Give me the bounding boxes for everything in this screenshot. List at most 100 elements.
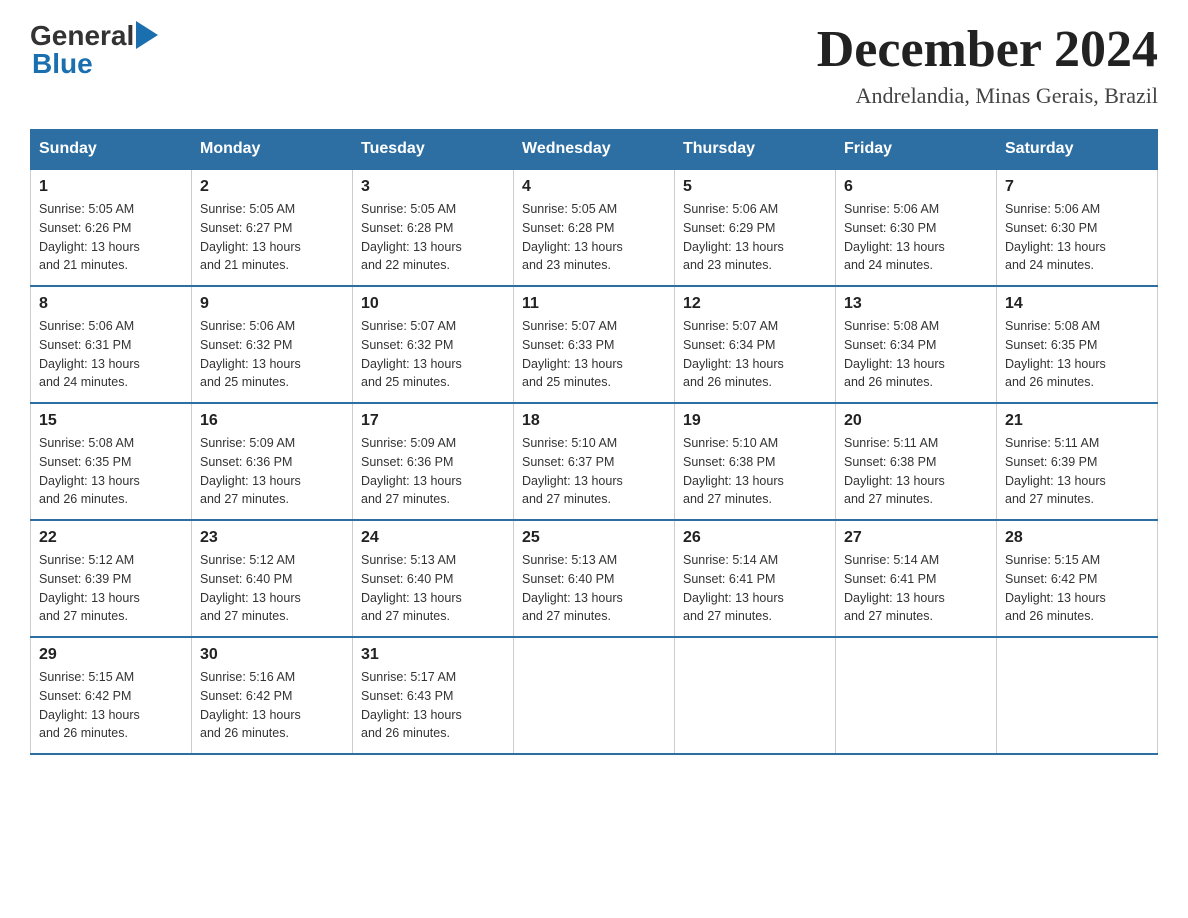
day-info: Sunrise: 5:09 AM Sunset: 6:36 PM Dayligh… [200, 434, 344, 509]
table-row: 21 Sunrise: 5:11 AM Sunset: 6:39 PM Dayl… [997, 403, 1158, 520]
col-thursday: Thursday [675, 130, 836, 170]
table-row [836, 637, 997, 754]
table-row: 8 Sunrise: 5:06 AM Sunset: 6:31 PM Dayli… [31, 286, 192, 403]
day-number: 15 [39, 412, 183, 430]
table-row [675, 637, 836, 754]
col-sunday: Sunday [31, 130, 192, 170]
day-number: 9 [200, 295, 344, 313]
day-number: 17 [361, 412, 505, 430]
day-number: 1 [39, 178, 183, 196]
day-number: 27 [844, 529, 988, 547]
table-row [997, 637, 1158, 754]
table-row: 13 Sunrise: 5:08 AM Sunset: 6:34 PM Dayl… [836, 286, 997, 403]
day-info: Sunrise: 5:13 AM Sunset: 6:40 PM Dayligh… [522, 551, 666, 626]
day-number: 30 [200, 646, 344, 664]
day-number: 25 [522, 529, 666, 547]
col-tuesday: Tuesday [353, 130, 514, 170]
week-row-4: 22 Sunrise: 5:12 AM Sunset: 6:39 PM Dayl… [31, 520, 1158, 637]
table-row: 26 Sunrise: 5:14 AM Sunset: 6:41 PM Dayl… [675, 520, 836, 637]
day-info: Sunrise: 5:13 AM Sunset: 6:40 PM Dayligh… [361, 551, 505, 626]
day-info: Sunrise: 5:05 AM Sunset: 6:27 PM Dayligh… [200, 200, 344, 275]
day-info: Sunrise: 5:09 AM Sunset: 6:36 PM Dayligh… [361, 434, 505, 509]
table-row: 31 Sunrise: 5:17 AM Sunset: 6:43 PM Dayl… [353, 637, 514, 754]
table-row: 6 Sunrise: 5:06 AM Sunset: 6:30 PM Dayli… [836, 169, 997, 286]
week-row-1: 1 Sunrise: 5:05 AM Sunset: 6:26 PM Dayli… [31, 169, 1158, 286]
table-row: 3 Sunrise: 5:05 AM Sunset: 6:28 PM Dayli… [353, 169, 514, 286]
day-info: Sunrise: 5:11 AM Sunset: 6:38 PM Dayligh… [844, 434, 988, 509]
table-row: 28 Sunrise: 5:15 AM Sunset: 6:42 PM Dayl… [997, 520, 1158, 637]
day-number: 24 [361, 529, 505, 547]
day-number: 19 [683, 412, 827, 430]
table-row: 25 Sunrise: 5:13 AM Sunset: 6:40 PM Dayl… [514, 520, 675, 637]
day-info: Sunrise: 5:06 AM Sunset: 6:29 PM Dayligh… [683, 200, 827, 275]
day-number: 3 [361, 178, 505, 196]
day-number: 21 [1005, 412, 1149, 430]
table-row: 18 Sunrise: 5:10 AM Sunset: 6:37 PM Dayl… [514, 403, 675, 520]
day-number: 31 [361, 646, 505, 664]
table-row: 11 Sunrise: 5:07 AM Sunset: 6:33 PM Dayl… [514, 286, 675, 403]
calendar-table: Sunday Monday Tuesday Wednesday Thursday… [30, 129, 1158, 755]
day-info: Sunrise: 5:14 AM Sunset: 6:41 PM Dayligh… [844, 551, 988, 626]
day-info: Sunrise: 5:05 AM Sunset: 6:26 PM Dayligh… [39, 200, 183, 275]
day-number: 7 [1005, 178, 1149, 196]
day-info: Sunrise: 5:07 AM Sunset: 6:32 PM Dayligh… [361, 317, 505, 392]
table-row: 7 Sunrise: 5:06 AM Sunset: 6:30 PM Dayli… [997, 169, 1158, 286]
week-row-3: 15 Sunrise: 5:08 AM Sunset: 6:35 PM Dayl… [31, 403, 1158, 520]
table-row [514, 637, 675, 754]
month-title: December 2024 [817, 20, 1158, 79]
week-row-5: 29 Sunrise: 5:15 AM Sunset: 6:42 PM Dayl… [31, 637, 1158, 754]
day-number: 14 [1005, 295, 1149, 313]
day-info: Sunrise: 5:05 AM Sunset: 6:28 PM Dayligh… [361, 200, 505, 275]
day-number: 26 [683, 529, 827, 547]
day-number: 11 [522, 295, 666, 313]
table-row: 24 Sunrise: 5:13 AM Sunset: 6:40 PM Dayl… [353, 520, 514, 637]
day-info: Sunrise: 5:17 AM Sunset: 6:43 PM Dayligh… [361, 668, 505, 743]
day-number: 22 [39, 529, 183, 547]
day-number: 5 [683, 178, 827, 196]
col-monday: Monday [192, 130, 353, 170]
day-info: Sunrise: 5:06 AM Sunset: 6:30 PM Dayligh… [1005, 200, 1149, 275]
day-info: Sunrise: 5:08 AM Sunset: 6:35 PM Dayligh… [39, 434, 183, 509]
table-row: 20 Sunrise: 5:11 AM Sunset: 6:38 PM Dayl… [836, 403, 997, 520]
table-row: 10 Sunrise: 5:07 AM Sunset: 6:32 PM Dayl… [353, 286, 514, 403]
day-number: 10 [361, 295, 505, 313]
day-info: Sunrise: 5:11 AM Sunset: 6:39 PM Dayligh… [1005, 434, 1149, 509]
table-row: 29 Sunrise: 5:15 AM Sunset: 6:42 PM Dayl… [31, 637, 192, 754]
day-number: 2 [200, 178, 344, 196]
day-info: Sunrise: 5:08 AM Sunset: 6:34 PM Dayligh… [844, 317, 988, 392]
day-info: Sunrise: 5:12 AM Sunset: 6:39 PM Dayligh… [39, 551, 183, 626]
day-info: Sunrise: 5:06 AM Sunset: 6:30 PM Dayligh… [844, 200, 988, 275]
table-row: 9 Sunrise: 5:06 AM Sunset: 6:32 PM Dayli… [192, 286, 353, 403]
day-info: Sunrise: 5:14 AM Sunset: 6:41 PM Dayligh… [683, 551, 827, 626]
col-wednesday: Wednesday [514, 130, 675, 170]
table-row: 4 Sunrise: 5:05 AM Sunset: 6:28 PM Dayli… [514, 169, 675, 286]
day-number: 12 [683, 295, 827, 313]
day-info: Sunrise: 5:15 AM Sunset: 6:42 PM Dayligh… [39, 668, 183, 743]
day-info: Sunrise: 5:07 AM Sunset: 6:34 PM Dayligh… [683, 317, 827, 392]
day-info: Sunrise: 5:10 AM Sunset: 6:38 PM Dayligh… [683, 434, 827, 509]
day-number: 18 [522, 412, 666, 430]
table-row: 5 Sunrise: 5:06 AM Sunset: 6:29 PM Dayli… [675, 169, 836, 286]
table-row: 27 Sunrise: 5:14 AM Sunset: 6:41 PM Dayl… [836, 520, 997, 637]
day-number: 13 [844, 295, 988, 313]
week-row-2: 8 Sunrise: 5:06 AM Sunset: 6:31 PM Dayli… [31, 286, 1158, 403]
table-row: 23 Sunrise: 5:12 AM Sunset: 6:40 PM Dayl… [192, 520, 353, 637]
table-row: 19 Sunrise: 5:10 AM Sunset: 6:38 PM Dayl… [675, 403, 836, 520]
table-row: 1 Sunrise: 5:05 AM Sunset: 6:26 PM Dayli… [31, 169, 192, 286]
day-info: Sunrise: 5:07 AM Sunset: 6:33 PM Dayligh… [522, 317, 666, 392]
table-row: 2 Sunrise: 5:05 AM Sunset: 6:27 PM Dayli… [192, 169, 353, 286]
day-number: 16 [200, 412, 344, 430]
day-info: Sunrise: 5:06 AM Sunset: 6:31 PM Dayligh… [39, 317, 183, 392]
day-number: 28 [1005, 529, 1149, 547]
day-number: 20 [844, 412, 988, 430]
page-header: General Blue December 2024 Andrelandia, … [30, 20, 1158, 109]
day-number: 23 [200, 529, 344, 547]
day-info: Sunrise: 5:08 AM Sunset: 6:35 PM Dayligh… [1005, 317, 1149, 392]
table-row: 30 Sunrise: 5:16 AM Sunset: 6:42 PM Dayl… [192, 637, 353, 754]
day-number: 6 [844, 178, 988, 196]
day-number: 29 [39, 646, 183, 664]
day-info: Sunrise: 5:05 AM Sunset: 6:28 PM Dayligh… [522, 200, 666, 275]
col-saturday: Saturday [997, 130, 1158, 170]
day-number: 8 [39, 295, 183, 313]
logo-arrow-icon [134, 23, 158, 49]
